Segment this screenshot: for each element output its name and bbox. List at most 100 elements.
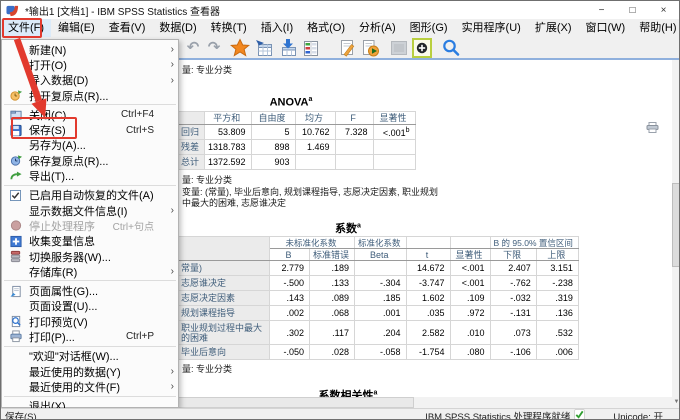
coef-cell: 2.779	[269, 260, 310, 276]
edit-output-icon[interactable]	[337, 38, 357, 58]
coef-cell: .532	[535, 320, 579, 345]
coefficients-title: 系数a	[335, 222, 361, 235]
file-menu-item-25[interactable]: 最近使用的文件(F) ›	[2, 379, 178, 394]
unicode-status: Unicode: 开	[613, 411, 663, 420]
coef-column-header: 上限	[535, 248, 579, 261]
processor-ready-icon	[574, 408, 586, 419]
file-menu-item-label: 保存复原点(R)...	[29, 155, 109, 168]
file-menu-item-14[interactable]: 收集变量信息	[2, 234, 178, 249]
file-menu-item-3[interactable]: 打开复原点(R)...	[2, 88, 178, 103]
processor-status: IBM SPSS Statistics 处理程序就绪	[425, 411, 571, 420]
maximize-button[interactable]: □	[617, 1, 648, 19]
shortcut-label: Ctrl+F4	[120, 109, 154, 121]
menu-bar-item-6[interactable]: 格式(O)	[300, 19, 352, 37]
anova-cell	[334, 154, 374, 170]
menu-bar-item-7[interactable]: 分析(A)	[352, 19, 403, 37]
coef-cell: -.050	[269, 344, 310, 360]
coef-column-header: Beta	[354, 248, 407, 261]
file-menu-item-1[interactable]: 打开(O) ›	[2, 57, 178, 72]
file-menu-item-11[interactable]: 已启用自动恢复的文件(A)	[2, 188, 178, 203]
anova-column-header: F	[334, 111, 374, 125]
menu-bar-item-2[interactable]: 查看(V)	[102, 19, 153, 37]
select-tool-icon[interactable]	[412, 38, 432, 58]
menu-bar-item-3[interactable]: 数据(D)	[152, 19, 203, 37]
menu-bar-item-10[interactable]: 扩展(X)	[528, 19, 579, 37]
coef-cell: .080	[449, 344, 491, 360]
file-menu-item-label: 最近使用的文件(F)	[29, 381, 121, 394]
file-menu-item-label: 页面设置(U)...	[29, 301, 98, 314]
file-menu-item-18[interactable]: 页面属性(G)...	[2, 283, 178, 298]
file-menu-item-19[interactable]: 页面设置(U)...	[2, 299, 178, 314]
predictors-note-line2: 中最大的困难, 志愿谁决定	[182, 198, 287, 208]
file-menu-item-8[interactable]: 保存复原点(R)...	[2, 153, 178, 168]
file-menu-item-label: 停止处理程序	[29, 220, 95, 233]
file-menu-item-0[interactable]: 新建(N) ›	[2, 42, 178, 57]
file-menu-item-13[interactable]: 停止处理程序 Ctrl+句点	[2, 218, 178, 233]
menu-bar-item-8[interactable]: 图形(G)	[403, 19, 455, 37]
file-menu-item-5[interactable]: 关闭(C) Ctrl+F4	[2, 107, 178, 122]
status-hint: 保存(S)	[5, 411, 37, 420]
file-menu-item-16[interactable]: 存储库(R) ›	[2, 264, 178, 279]
coef-row-label: 规划课程指导	[177, 305, 270, 321]
file-menu-item-15[interactable]: 切换服务器(W)...	[2, 249, 178, 264]
file-menu-separator	[4, 104, 176, 106]
file-menu-item-12[interactable]: 显示数据文件信息(I) ›	[2, 203, 178, 218]
vertical-scrollbar[interactable]	[672, 60, 679, 397]
coef-row-label: 职业规划过程中最大的困难	[177, 320, 270, 345]
file-menu-item-label: 切换服务器(W)...	[29, 251, 111, 264]
anova-row-label: 残差	[176, 139, 206, 155]
coef-cell: <.001	[449, 275, 491, 291]
coef-cell: .109	[449, 290, 491, 306]
menu-icon-placeholder	[8, 300, 23, 313]
file-menu-item-save[interactable]: 保存(S) Ctrl+S	[2, 122, 178, 137]
submenu-arrow-icon: ›	[170, 74, 174, 86]
file-menu-item-24[interactable]: 最近使用的数据(Y) ›	[2, 364, 178, 379]
file-menu-item-2[interactable]: 导入数据(D) ›	[2, 73, 178, 88]
vertical-scrollbar-thumb[interactable]	[672, 183, 679, 267]
scroll-down-arrow[interactable]: ▼	[672, 397, 679, 408]
designate-window-star-icon[interactable]	[230, 38, 250, 58]
title-bar: *输出1 [文档1] - IBM SPSS Statistics 查看器 − □…	[1, 1, 679, 19]
minimize-button[interactable]: −	[586, 1, 617, 19]
file-menu-item-label: 已启用自动恢复的文件(A)	[29, 190, 154, 203]
coefficients-table[interactable]: 未标准化系数 标准化系数 B 的 95.0% 置信区间 B 标准错误 Beta t 显著性 下限…	[177, 236, 579, 360]
anova-table[interactable]: 平方和 自由度 均方 F 显著性 回归 53.809 5 10.762 7.328 <.001b 残差…	[176, 111, 416, 170]
coef-cell: .035	[405, 305, 451, 321]
file-menu-item-label: 导出(T)...	[29, 171, 75, 184]
menu-bar-item-5[interactable]: 插入(I)	[254, 19, 300, 37]
close-button[interactable]: ×	[648, 1, 679, 19]
coefficients-footnote: 量: 专业分类	[182, 364, 233, 374]
file-menu-item-23[interactable]: "欢迎"对话框(W)...	[2, 349, 178, 364]
undo-icon[interactable]: ↶	[183, 38, 203, 58]
inactive-box-icon[interactable]	[389, 38, 409, 58]
page-printer-icon	[646, 120, 659, 138]
coef-cell: .143	[269, 290, 310, 306]
coef-group-std: 标准化系数	[354, 236, 407, 249]
horizontal-scrollbar[interactable]	[178, 397, 672, 408]
menu-bar-item-12[interactable]: 帮助(H)	[632, 19, 679, 37]
anova-cell	[334, 139, 374, 155]
file-menu-item-21[interactable]: 打印(P)... Ctrl+P	[2, 329, 178, 344]
goto-data-icon[interactable]	[254, 38, 274, 58]
anova-cell: 898	[250, 139, 296, 155]
menu-bar-item-9[interactable]: 实用程序(U)	[455, 19, 528, 37]
menu-bar-item-11[interactable]: 窗口(W)	[579, 19, 633, 37]
find-icon[interactable]	[441, 38, 461, 58]
menu-bar-item-4[interactable]: 转换(T)	[204, 19, 254, 37]
run-script-icon[interactable]	[360, 38, 380, 58]
file-menu-item-20[interactable]: 打印预览(V)	[2, 314, 178, 329]
horizontal-scrollbar-thumb[interactable]	[178, 397, 414, 408]
file-menu-item-label: 收集变量信息	[29, 236, 95, 249]
menu-bar-item-0[interactable]: 文件(F)	[1, 19, 52, 37]
coef-column-header: 下限	[489, 248, 537, 261]
variables-icon[interactable]	[301, 38, 321, 58]
export-output-icon[interactable]	[278, 38, 298, 58]
coef-column-header: 显著性	[449, 248, 491, 261]
restore-open-icon	[8, 89, 23, 102]
file-menu-item-9[interactable]: 导出(T)...	[2, 168, 178, 183]
coef-column-header: 标准错误	[308, 248, 356, 261]
redo-icon[interactable]: ↷	[204, 38, 224, 58]
coef-cell: -.304	[354, 275, 407, 291]
menu-bar-item-1[interactable]: 编辑(E)	[51, 19, 102, 37]
file-menu-item-7[interactable]: 另存为(A)...	[2, 138, 178, 153]
